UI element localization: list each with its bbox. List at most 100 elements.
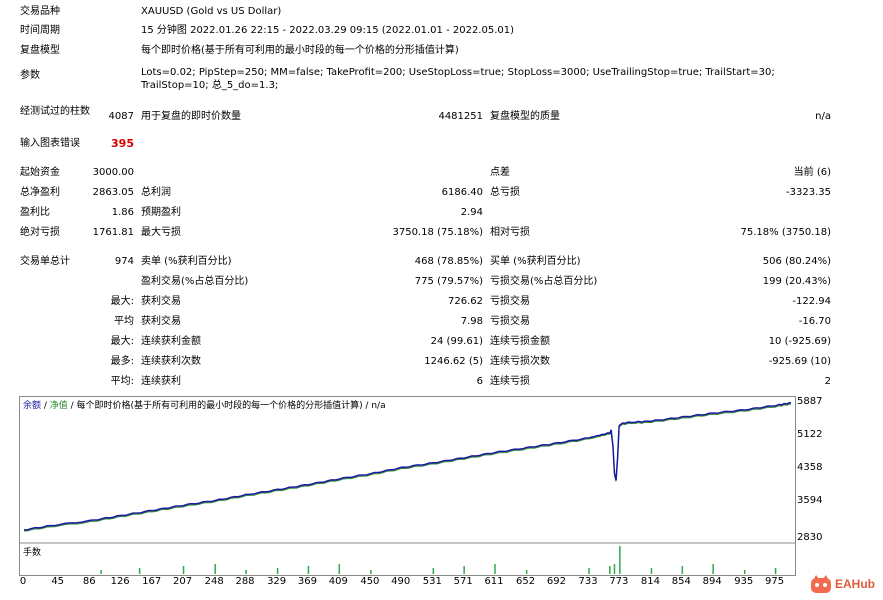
long-trades-value: 506 (80.24%) bbox=[762, 256, 831, 267]
eahub-logo-icon bbox=[811, 575, 831, 593]
x-tick-label: 126 bbox=[110, 576, 130, 587]
gross-loss-value: -3323.35 bbox=[786, 187, 831, 198]
maximal-consec-profit-value: 1246.62 (5) bbox=[424, 356, 483, 367]
long-trades-label: 买单 (%获利百分比) bbox=[490, 256, 581, 267]
largest-prefix: 最大: bbox=[110, 296, 134, 307]
x-tick-label: 611 bbox=[484, 576, 504, 587]
abs-drawdown-label: 绝对亏损 bbox=[20, 227, 60, 238]
profit-factor-value: 1.86 bbox=[111, 207, 134, 218]
average-loss-value: -16.70 bbox=[798, 316, 831, 327]
model-value: 每个即时价格(基于所有可利用的最小时段的每一个价格的分形插值计算) bbox=[141, 45, 459, 56]
legend-rest: / 每个即时价格(基于所有可利用的最小时段的每一个价格的分形插值计算) / n/… bbox=[67, 401, 386, 411]
short-trades-label: 卖单 (%获利百分比) bbox=[141, 256, 232, 267]
avg-consec-losses-label: 连续亏损 bbox=[490, 376, 530, 387]
equity-graph-svg bbox=[20, 401, 795, 574]
quality-value: n/a bbox=[815, 111, 831, 122]
avg-consec-losses-value: 2 bbox=[824, 376, 831, 387]
spread-label: 点差 bbox=[490, 167, 510, 178]
rel-drawdown-label: 相对亏损 bbox=[490, 227, 530, 238]
x-tick-label: 935 bbox=[734, 576, 754, 587]
x-tick-label: 329 bbox=[267, 576, 287, 587]
maximal-prefix: 最多: bbox=[110, 356, 134, 367]
maximal-consec-loss-value: -925.69 (10) bbox=[768, 356, 831, 367]
x-tick-label: 450 bbox=[360, 576, 380, 587]
abs-drawdown-value: 1761.81 bbox=[92, 227, 134, 238]
x-tick-label: 652 bbox=[516, 576, 536, 587]
largest-loss-value: -122.94 bbox=[792, 296, 831, 307]
graph-legend: 余额 / 净值 / 每个即时价格(基于所有可利用的最小时段的每一个价格的分形插值… bbox=[23, 398, 386, 411]
y-tick-label: 4358 bbox=[797, 462, 823, 474]
params-label: 参数 bbox=[20, 70, 40, 81]
total-trades-value: 974 bbox=[114, 256, 134, 267]
largest-profit-label: 获利交易 bbox=[141, 296, 181, 307]
symbol-value: XAUUSD (Gold vs US Dollar) bbox=[141, 6, 282, 17]
x-tick-label: 490 bbox=[391, 576, 411, 587]
largest-loss-label: 亏损交易 bbox=[490, 296, 530, 307]
y-tick-label: 3594 bbox=[797, 495, 823, 506]
x-tick-label: 409 bbox=[328, 576, 348, 587]
errors-value: 395 bbox=[111, 137, 134, 150]
average-profit-label: 获利交易 bbox=[141, 316, 181, 327]
loss-trades-label: 亏损交易(%占总百分比) bbox=[490, 276, 598, 287]
legend-equity: 净值 bbox=[49, 401, 68, 411]
x-tick-label: 0 bbox=[19, 576, 27, 587]
x-tick-label: 369 bbox=[297, 576, 317, 587]
y-tick-label: 2830 bbox=[797, 532, 823, 543]
eahub-logo: EAHub bbox=[810, 574, 880, 596]
max-consec-wins-value: 24 (99.61) bbox=[430, 336, 483, 347]
period-value: 15 分钟图 2022.01.26 22:15 - 2022.03.29 09:… bbox=[141, 25, 515, 36]
equity-graph bbox=[19, 396, 796, 576]
profit-trades-label: 盈利交易(%占总百分比) bbox=[141, 276, 249, 287]
symbol-label: 交易品种 bbox=[20, 6, 60, 17]
max-consec-prefix: 最大: bbox=[110, 336, 134, 347]
initial-deposit-value: 3000.00 bbox=[92, 167, 134, 178]
ticks-value: 4481251 bbox=[438, 111, 483, 122]
average-profit-value: 7.98 bbox=[460, 316, 483, 327]
avg-consec-prefix: 平均: bbox=[110, 376, 134, 387]
x-tick-label: 854 bbox=[671, 576, 691, 587]
average-loss-label: 亏损交易 bbox=[490, 316, 530, 327]
balance-line bbox=[23, 401, 792, 531]
rel-drawdown-value: 75.18% (3750.18) bbox=[740, 227, 831, 238]
total-trades-label: 交易单总计 bbox=[20, 256, 70, 267]
gross-loss-label: 总亏损 bbox=[490, 187, 520, 198]
gross-profit-value: 6186.40 bbox=[441, 187, 483, 198]
avg-consec-wins-label: 连续获利 bbox=[141, 376, 181, 387]
loss-trades-value: 199 (20.43%) bbox=[762, 276, 831, 287]
x-tick-label: 207 bbox=[173, 576, 193, 587]
largest-profit-value: 726.62 bbox=[448, 296, 483, 307]
x-tick-label: 814 bbox=[640, 576, 661, 587]
x-tick-label: 571 bbox=[453, 576, 473, 587]
x-tick-label: 45 bbox=[51, 576, 65, 587]
x-tick-label: 894 bbox=[702, 576, 722, 587]
maximal-consec-profit-label: 连续获利次数 bbox=[141, 356, 201, 367]
max-consec-losses-label: 连续亏损金额 bbox=[490, 336, 550, 347]
model-label: 复盘模型 bbox=[20, 45, 60, 56]
y-tick-label: 5887 bbox=[797, 396, 823, 407]
x-tick-label: 692 bbox=[546, 576, 566, 587]
legend-balance: 余额 bbox=[23, 401, 42, 411]
avg-consec-wins-value: 6 bbox=[476, 376, 483, 387]
net-profit-label: 总净盈利 bbox=[20, 187, 60, 198]
spread-value: 当前 (6) bbox=[793, 167, 831, 178]
params-value: Lots=0.02; PipStep=250; MM=false; TakePr… bbox=[141, 67, 775, 91]
max-drawdown-label: 最大亏损 bbox=[141, 227, 181, 238]
quality-label: 复盘模型的质量 bbox=[490, 111, 560, 122]
initial-deposit-label: 起始资金 bbox=[20, 167, 60, 178]
errors-label: 输入图表错误 bbox=[20, 138, 80, 149]
ticks-label: 用于复盘的即时价数量 bbox=[141, 111, 241, 122]
expected-payoff-label: 预期盈利 bbox=[141, 207, 181, 218]
x-tick-label: 167 bbox=[142, 576, 162, 587]
legend-sep: / bbox=[41, 401, 50, 411]
x-tick-label: 86 bbox=[82, 576, 96, 587]
max-consec-losses-value: 10 (-925.69) bbox=[768, 336, 831, 347]
x-tick-label: 531 bbox=[422, 576, 442, 587]
max-consec-wins-label: 连续获利金额 bbox=[141, 336, 201, 347]
net-profit-value: 2863.05 bbox=[92, 187, 134, 198]
maximal-consec-loss-label: 连续亏损次数 bbox=[490, 356, 550, 367]
x-tick-label: 733 bbox=[578, 576, 598, 587]
x-tick-label: 288 bbox=[235, 576, 255, 587]
gross-profit-label: 总利润 bbox=[141, 187, 171, 198]
x-tick-label: 248 bbox=[204, 576, 224, 587]
expected-payoff-value: 2.94 bbox=[460, 207, 483, 218]
